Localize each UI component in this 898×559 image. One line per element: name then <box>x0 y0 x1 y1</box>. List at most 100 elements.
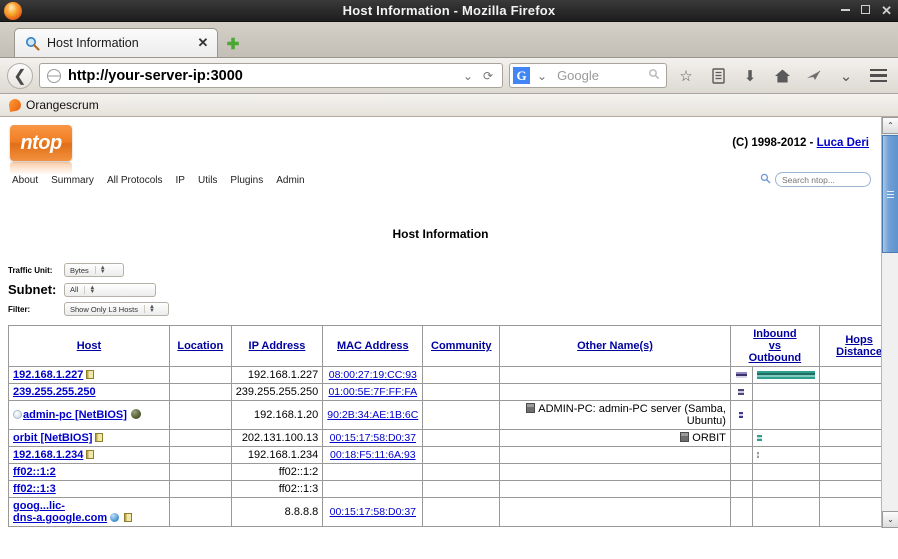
column-header-inbound-vs-outbound[interactable]: Inbound vs Outbound <box>729 325 820 367</box>
globe-pale-icon <box>13 410 22 419</box>
sync-chevron-icon[interactable]: ⌄ <box>833 63 859 89</box>
traffic-unit-select[interactable]: Bytes ▲ ▼ <box>64 263 124 277</box>
cell-hops-distance <box>818 429 881 447</box>
subnet-row: Subnet: All ▲ ▼ <box>8 282 881 297</box>
vertical-scrollbar[interactable]: ⌃ ⌄ <box>881 117 898 528</box>
chevron-down-icon[interactable]: ⌄ <box>458 69 478 83</box>
cell-mac-address[interactable]: 90:2B:34:AE:1B:6C <box>322 400 424 430</box>
cell-host[interactable]: admin-pc [NetBIOS] <box>8 400 170 430</box>
table-row[interactable]: orbit [NetBIOS] 202.131.100.13 00:15:17:58… <box>8 429 881 447</box>
search-input[interactable]: Google <box>552 68 648 83</box>
column-header-location[interactable]: Location <box>168 325 232 367</box>
back-button[interactable]: ❮ <box>7 62 33 89</box>
cell-inbound <box>729 383 753 401</box>
bookmark-star-icon[interactable]: ☆ <box>673 63 699 89</box>
cell-mac-address[interactable]: 08:00:27:19:CC:93 <box>322 366 424 384</box>
cell-community <box>422 497 501 527</box>
mac-link[interactable]: 01:00:5E:7F:FF:FA <box>328 386 417 398</box>
address-bar[interactable]: http://your-server-ip:3000 ⌄ ⟳ <box>39 63 503 88</box>
nav-item-admin[interactable]: Admin <box>276 175 304 186</box>
cell-community <box>422 366 501 384</box>
orangescrum-favicon-icon <box>8 98 22 112</box>
nav-item-utils[interactable]: Utils <box>198 175 217 186</box>
menu-button[interactable] <box>865 63 891 89</box>
table-row[interactable]: 192.168.1.234 192.168.1.234 00:18:F5:11:6A… <box>8 446 881 464</box>
column-header-community[interactable]: Community <box>422 325 501 367</box>
ntop-search-input[interactable] <box>775 172 871 187</box>
flag-icon <box>124 513 133 522</box>
cell-mac-address[interactable]: 01:00:5E:7F:FF:FA <box>322 383 424 401</box>
column-header-ip-address[interactable]: IP Address <box>230 325 324 367</box>
tab-host-information[interactable]: Host Information ✕ <box>14 28 218 57</box>
nav-item-summary[interactable]: Summary <box>51 175 94 186</box>
ntop-logo[interactable]: ntop <box>10 125 72 161</box>
subnet-select[interactable]: All ▲ ▼ <box>64 282 156 297</box>
mac-link[interactable]: 90:2B:34:AE:1B:6C <box>327 409 418 421</box>
mac-link[interactable]: 00:15:17:58:D0:37 <box>330 506 416 518</box>
cell-inbound <box>729 400 753 430</box>
cell-mac-address[interactable] <box>322 480 424 498</box>
cell-host[interactable]: goog...lic-dns-a.google.com <box>8 497 170 527</box>
host-link[interactable]: goog...lic-dns-a.google.com <box>13 500 107 524</box>
nav-item-plugins[interactable]: Plugins <box>230 175 263 186</box>
cell-mac-address[interactable]: 00:15:17:58:D0:37 <box>322 429 424 447</box>
column-header-other-names[interactable]: Other Name(s) <box>499 325 731 367</box>
cell-mac-address[interactable]: 00:15:17:58:D0:37 <box>322 497 424 527</box>
table-row[interactable]: admin-pc [NetBIOS] 192.168.1.20 90:2B:34:A… <box>8 400 881 430</box>
host-link[interactable]: admin-pc [NetBIOS] <box>23 409 127 421</box>
host-link[interactable]: 239.255.255.250 <box>13 386 96 398</box>
cell-outbound <box>751 383 820 401</box>
cell-community <box>422 463 501 481</box>
table-row[interactable]: goog...lic-dns-a.google.com 8.8.8.8 00:15… <box>8 497 881 527</box>
new-tab-button[interactable]: ✚ <box>220 30 246 57</box>
cell-host[interactable]: ff02::1:2 <box>8 463 170 481</box>
table-row[interactable]: ff02::1:3 ff02::1:3 <box>8 480 881 498</box>
maximize-button[interactable] <box>861 4 871 17</box>
luca-deri-link[interactable]: Luca Deri <box>817 137 869 149</box>
ntop-page: ntop (C) 1998-2012 - Luca Deri About Sum… <box>0 117 881 528</box>
downloads-icon[interactable]: ⬇ <box>737 63 763 89</box>
mac-link[interactable]: 08:00:27:19:CC:93 <box>329 369 417 381</box>
cell-mac-address[interactable] <box>322 463 424 481</box>
firefox-logo-icon <box>4 1 22 20</box>
host-link[interactable]: ff02::1:2 <box>13 466 56 478</box>
globe-dark-icon <box>130 409 141 419</box>
mac-link[interactable]: 00:15:17:58:D0:37 <box>330 432 416 444</box>
column-header-hops-distance[interactable]: Hops Distance <box>818 325 881 367</box>
cell-host[interactable]: 192.168.1.227 <box>8 366 170 384</box>
reader-list-icon[interactable] <box>705 63 731 89</box>
bookmarks-toolbar: Orangescrum <box>0 94 898 117</box>
host-link[interactable]: 192.168.1.227 <box>13 369 83 381</box>
nav-item-all-protocols[interactable]: All Protocols <box>107 175 163 186</box>
search-engine-chevron-icon[interactable]: ⌄ <box>532 69 552 83</box>
nav-item-about[interactable]: About <box>12 175 38 186</box>
home-icon[interactable] <box>769 63 795 89</box>
tab-close-icon[interactable]: ✕ <box>195 35 211 51</box>
scroll-down-button[interactable]: ⌄ <box>882 511 898 528</box>
scroll-up-button[interactable]: ⌃ <box>882 117 898 134</box>
table-row[interactable]: 239.255.255.250 239.255.255.250 01:00:5E:7… <box>8 383 881 401</box>
table-row[interactable]: ff02::1:2 ff02::1:2 <box>8 463 881 481</box>
nav-item-ip[interactable]: IP <box>176 175 185 186</box>
cell-mac-address[interactable]: 00:18:F5:11:6A:93 <box>322 446 424 464</box>
column-header-mac-address[interactable]: MAC Address <box>322 325 424 367</box>
cell-host[interactable]: 239.255.255.250 <box>8 383 170 401</box>
minimize-button[interactable] <box>841 5 851 16</box>
host-link[interactable]: 192.168.1.234 <box>13 449 83 461</box>
host-link[interactable]: ff02::1:3 <box>13 483 56 495</box>
mac-link[interactable]: 00:18:F5:11:6A:93 <box>330 449 416 461</box>
cell-host[interactable]: 192.168.1.234 <box>8 446 170 464</box>
reload-icon[interactable]: ⟳ <box>478 69 498 83</box>
vertical-scroll-thumb[interactable] <box>882 135 898 253</box>
sync-icon[interactable] <box>801 63 827 89</box>
table-row[interactable]: 192.168.1.227 192.168.1.227 08:00:27:19:CC… <box>8 366 881 384</box>
close-button[interactable]: ✕ <box>881 4 892 17</box>
bookmark-orangescrum[interactable]: Orangescrum <box>8 98 99 112</box>
column-header-host[interactable]: Host <box>8 325 170 367</box>
window-title: Host Information - Mozilla Firefox <box>342 3 556 18</box>
cell-host[interactable]: orbit [NetBIOS] <box>8 429 170 447</box>
search-bar[interactable]: G ⌄ Google <box>509 63 667 88</box>
cell-host[interactable]: ff02::1:3 <box>8 480 170 498</box>
host-link[interactable]: orbit [NetBIOS] <box>13 432 92 444</box>
filter-select[interactable]: Show Only L3 Hosts ▲ ▼ <box>64 302 169 316</box>
